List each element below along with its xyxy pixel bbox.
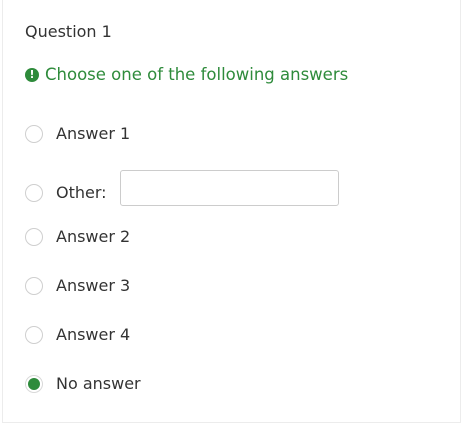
option-label: Answer 2 [56, 227, 131, 246]
exclamation-circle-icon: ! [25, 68, 39, 82]
radio-answer-1[interactable] [25, 125, 43, 143]
instruction: ! Choose one of the following answers [25, 64, 348, 86]
option-answer-2[interactable]: Answer 2 [25, 225, 130, 249]
option-label: Other: [56, 183, 107, 202]
radio-answer-2[interactable] [25, 228, 43, 246]
option-label: Answer 1 [56, 124, 131, 143]
option-label: Answer 3 [56, 276, 131, 295]
question-card: Question 1 ! Choose one of the following… [2, 0, 461, 423]
radio-other[interactable] [25, 184, 43, 202]
option-answer-4[interactable]: Answer 4 [25, 323, 130, 347]
radio-answer-4[interactable] [25, 326, 43, 344]
radio-answer-3[interactable] [25, 277, 43, 295]
option-answer-1[interactable]: Answer 1 [25, 122, 130, 146]
radio-selected-dot [28, 378, 40, 390]
option-other[interactable]: Other: [25, 181, 107, 205]
option-label: Answer 4 [56, 325, 131, 344]
other-text-input[interactable] [120, 170, 339, 206]
option-label: No answer [56, 374, 141, 393]
radio-no-answer[interactable] [25, 375, 43, 393]
option-no-answer[interactable]: No answer [25, 372, 141, 396]
question-title: Question 1 [25, 22, 112, 41]
instruction-text: Choose one of the following answers [45, 65, 349, 84]
option-answer-3[interactable]: Answer 3 [25, 274, 130, 298]
